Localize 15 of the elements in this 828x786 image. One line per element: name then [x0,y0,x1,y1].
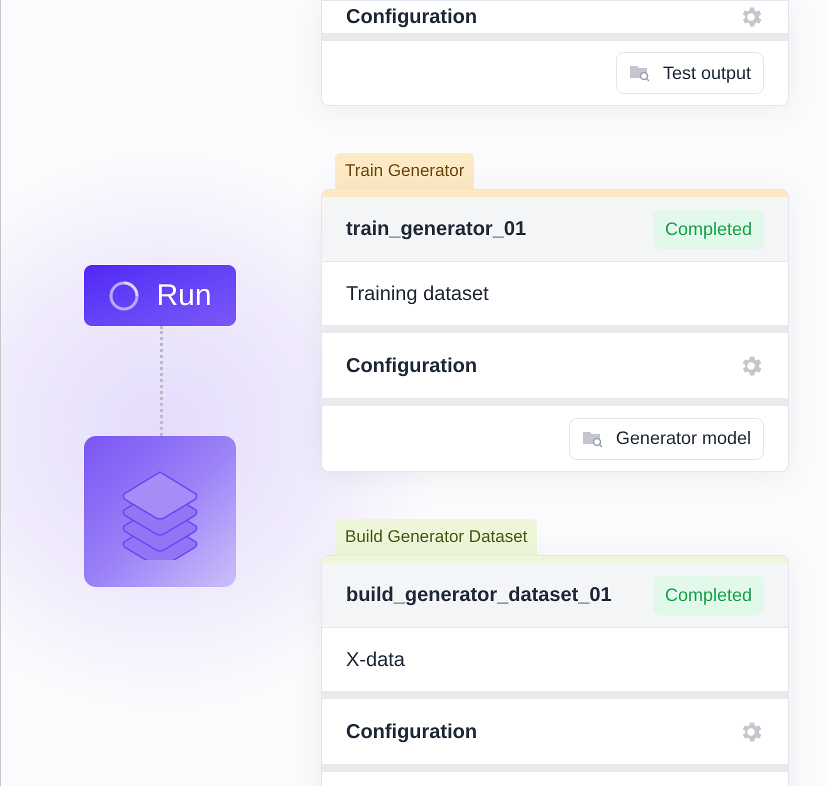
output-button[interactable]: Test output [616,52,764,94]
description-text: Training dataset [346,282,489,306]
run-button[interactable]: Run [84,265,236,326]
configuration-label: Configuration [346,354,478,378]
folder-search-icon [628,64,651,82]
configuration-label: Configuration [346,720,478,744]
configuration-label: Configuration [346,5,478,30]
dataset-node[interactable] [84,436,236,587]
description-text: X-data [346,648,405,672]
output-button[interactable]: Generator model [568,418,764,460]
job-title: train_generator_01 [346,217,526,242]
status-badge: Completed [652,210,764,248]
folder-search-icon [582,430,604,448]
job-title: build_generator_dataset_01 [346,583,612,608]
status-badge: Completed [652,576,764,614]
